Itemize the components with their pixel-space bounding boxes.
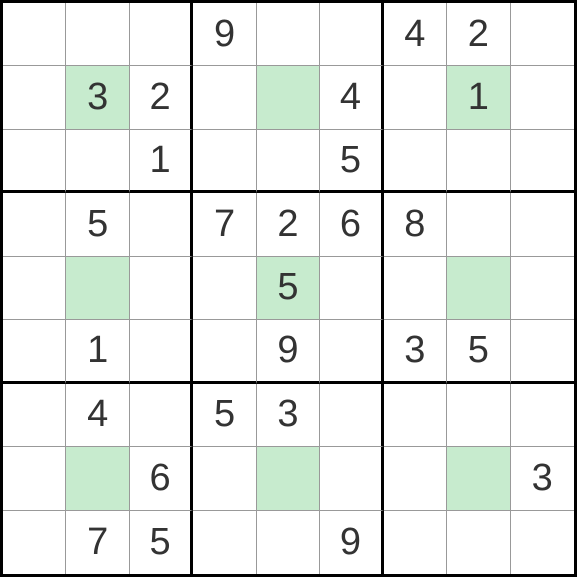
sudoku-cell[interactable]: 9 <box>257 320 320 383</box>
sudoku-cell[interactable] <box>130 257 193 320</box>
sudoku-row: 7 5 9 <box>3 511 574 574</box>
sudoku-cell[interactable]: 7 <box>66 511 129 574</box>
sudoku-cell-highlight[interactable] <box>447 447 510 510</box>
sudoku-cell[interactable] <box>320 384 383 447</box>
sudoku-cell-highlight[interactable] <box>257 447 320 510</box>
sudoku-cell[interactable] <box>3 193 66 256</box>
sudoku-cell[interactable]: 3 <box>257 384 320 447</box>
sudoku-cell[interactable] <box>447 511 510 574</box>
sudoku-cell[interactable] <box>447 193 510 256</box>
sudoku-cell[interactable] <box>511 3 574 66</box>
sudoku-cell[interactable] <box>384 66 447 129</box>
sudoku-cell[interactable]: 5 <box>447 320 510 383</box>
sudoku-cell[interactable] <box>3 130 66 193</box>
sudoku-cell[interactable] <box>66 3 129 66</box>
sudoku-cell[interactable]: 3 <box>511 447 574 510</box>
sudoku-cell[interactable]: 2 <box>447 3 510 66</box>
sudoku-cell[interactable]: 7 <box>193 193 256 256</box>
sudoku-cell[interactable]: 5 <box>193 384 256 447</box>
sudoku-cell[interactable]: 1 <box>130 130 193 193</box>
sudoku-row: 5 7 2 6 8 <box>3 193 574 256</box>
sudoku-cell[interactable] <box>3 320 66 383</box>
sudoku-cell[interactable] <box>3 257 66 320</box>
sudoku-cell[interactable] <box>257 130 320 193</box>
sudoku-cell[interactable]: 9 <box>320 511 383 574</box>
sudoku-cell-highlight[interactable]: 3 <box>66 66 129 129</box>
sudoku-cell[interactable] <box>511 384 574 447</box>
sudoku-cell[interactable] <box>130 193 193 256</box>
sudoku-cell[interactable] <box>193 257 256 320</box>
sudoku-cell[interactable]: 2 <box>130 66 193 129</box>
sudoku-cell[interactable] <box>66 130 129 193</box>
sudoku-row: 6 3 <box>3 447 574 510</box>
sudoku-cell[interactable] <box>3 384 66 447</box>
sudoku-cell[interactable] <box>320 447 383 510</box>
sudoku-cell[interactable]: 4 <box>66 384 129 447</box>
sudoku-cell[interactable] <box>130 3 193 66</box>
sudoku-cell[interactable] <box>3 447 66 510</box>
sudoku-cell[interactable] <box>447 130 510 193</box>
sudoku-cell[interactable] <box>320 257 383 320</box>
sudoku-cell[interactable] <box>384 130 447 193</box>
sudoku-cell[interactable]: 9 <box>193 3 256 66</box>
sudoku-cell[interactable]: 1 <box>66 320 129 383</box>
sudoku-row: 1 5 <box>3 130 574 193</box>
sudoku-cell[interactable]: 5 <box>130 511 193 574</box>
sudoku-cell[interactable] <box>447 384 510 447</box>
sudoku-cell[interactable] <box>193 511 256 574</box>
sudoku-cell-highlight[interactable] <box>66 447 129 510</box>
sudoku-cell-highlight[interactable] <box>66 257 129 320</box>
sudoku-cell[interactable] <box>384 511 447 574</box>
sudoku-cell[interactable]: 2 <box>257 193 320 256</box>
sudoku-cell-highlight[interactable] <box>257 66 320 129</box>
sudoku-cell[interactable] <box>3 3 66 66</box>
sudoku-cell[interactable] <box>384 384 447 447</box>
sudoku-cell[interactable]: 4 <box>320 66 383 129</box>
sudoku-cell[interactable] <box>384 257 447 320</box>
sudoku-cell-highlight[interactable]: 1 <box>447 66 510 129</box>
sudoku-cell[interactable]: 5 <box>320 130 383 193</box>
sudoku-cell[interactable] <box>511 66 574 129</box>
sudoku-cell[interactable] <box>130 384 193 447</box>
sudoku-cell[interactable]: 3 <box>384 320 447 383</box>
sudoku-cell[interactable] <box>3 511 66 574</box>
sudoku-cell[interactable] <box>257 511 320 574</box>
sudoku-board: 9 4 2 3 2 4 1 1 5 5 7 2 6 8 <box>0 0 577 577</box>
sudoku-cell[interactable] <box>257 3 320 66</box>
sudoku-cell[interactable]: 6 <box>320 193 383 256</box>
sudoku-cell[interactable] <box>320 3 383 66</box>
sudoku-cell[interactable] <box>511 511 574 574</box>
sudoku-cell[interactable] <box>193 447 256 510</box>
sudoku-cell[interactable]: 5 <box>66 193 129 256</box>
sudoku-cell[interactable]: 8 <box>384 193 447 256</box>
sudoku-cell[interactable] <box>130 320 193 383</box>
sudoku-cell[interactable]: 6 <box>130 447 193 510</box>
sudoku-cell[interactable] <box>3 66 66 129</box>
sudoku-cell[interactable] <box>193 66 256 129</box>
sudoku-cell-highlight[interactable]: 5 <box>257 257 320 320</box>
sudoku-cell[interactable] <box>511 257 574 320</box>
sudoku-row: 1 9 3 5 <box>3 320 574 383</box>
sudoku-row: 3 2 4 1 <box>3 66 574 129</box>
sudoku-cell[interactable] <box>193 320 256 383</box>
sudoku-cell[interactable] <box>511 320 574 383</box>
sudoku-cell[interactable] <box>511 130 574 193</box>
sudoku-row: 9 4 2 <box>3 3 574 66</box>
sudoku-cell-highlight[interactable] <box>447 257 510 320</box>
sudoku-row: 5 <box>3 257 574 320</box>
sudoku-cell[interactable]: 4 <box>384 3 447 66</box>
sudoku-cell[interactable] <box>511 193 574 256</box>
sudoku-cell[interactable] <box>384 447 447 510</box>
sudoku-row: 4 5 3 <box>3 384 574 447</box>
sudoku-cell[interactable] <box>193 130 256 193</box>
sudoku-cell[interactable] <box>320 320 383 383</box>
